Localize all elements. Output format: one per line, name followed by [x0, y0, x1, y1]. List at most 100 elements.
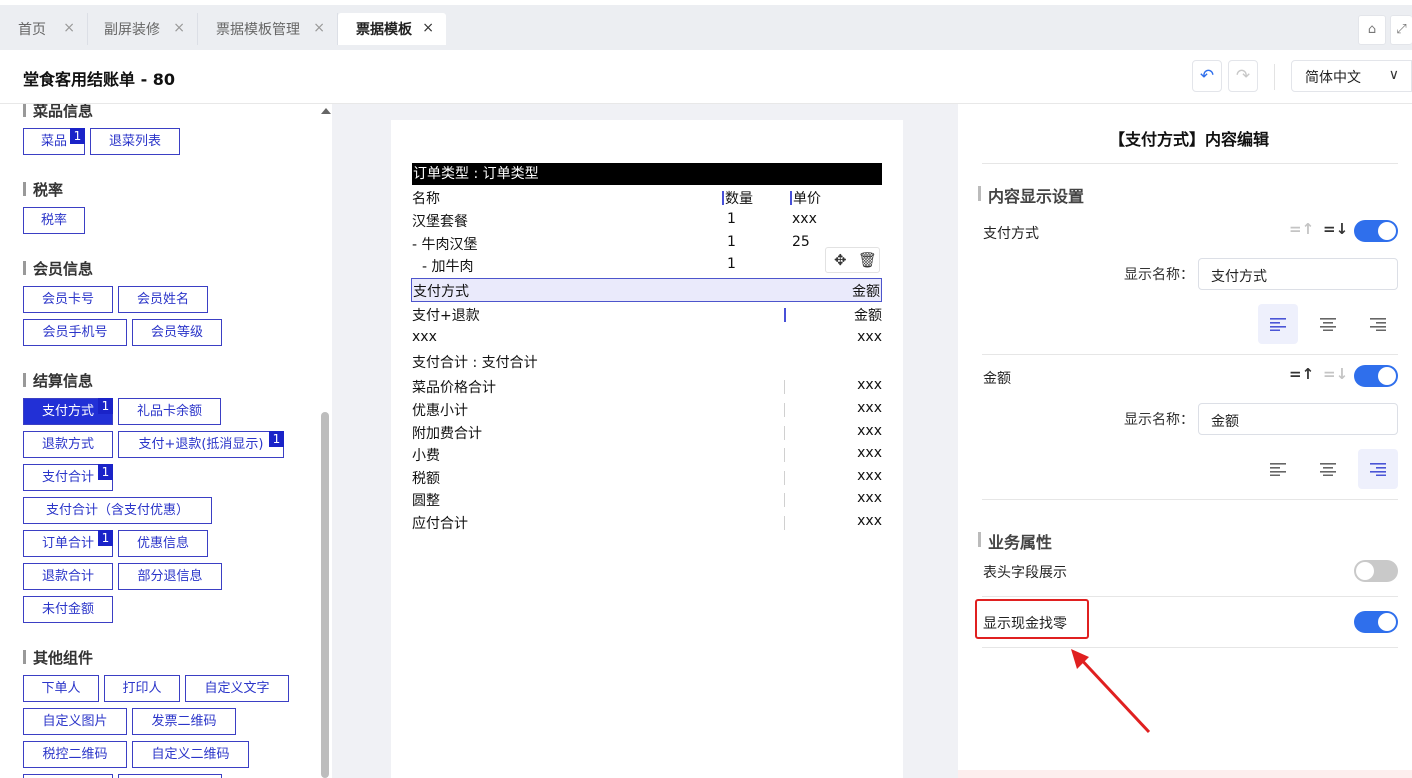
redo-icon: ↷ [1235, 66, 1251, 86]
component-chip[interactable]: 退款合计 [23, 563, 113, 590]
component-chip[interactable]: 自定义文字 [185, 675, 289, 702]
close-icon[interactable]: × [173, 20, 185, 36]
section-title: 内容显示设置 [978, 183, 1084, 207]
component-chip[interactable]: 菜品 1 [23, 128, 85, 155]
col-name: 名称 [412, 191, 440, 207]
component-chip[interactable]: 会员手机号 [23, 319, 127, 346]
redo-button[interactable]: ↷ [1228, 60, 1258, 92]
tab-label: 副屏装修 [104, 22, 160, 38]
item-name: - 加牛肉 [422, 259, 474, 275]
scrollbar-thumb[interactable] [321, 412, 329, 778]
column-divider[interactable] [784, 308, 786, 322]
delete-icon[interactable]: 🗑 [858, 251, 877, 269]
move-down-icon[interactable]: =↓ [1323, 365, 1348, 383]
display-name-input[interactable]: 金额 [1198, 403, 1398, 435]
tab-home[interactable]: 首页 × [0, 13, 88, 45]
component-chip[interactable]: 退菜列表 [90, 128, 180, 155]
component-chip[interactable]: 优惠信息 [118, 530, 208, 557]
component-chip[interactable]: 税控二维码 [23, 741, 127, 768]
tab-screen-decoration[interactable]: 副屏装修 × [86, 13, 198, 45]
pay-refund-label: 支付+退款 [412, 308, 480, 324]
section-title: 菜品信息 [23, 104, 93, 121]
section-title: 会员信息 [23, 258, 93, 279]
pay-method-label: 支付方式 [413, 284, 469, 300]
cash-change-toggle[interactable] [1354, 611, 1398, 633]
count-badge: 1 [98, 530, 113, 546]
summary-label: 菜品价格合计 [412, 380, 496, 396]
move-up-icon[interactable]: =↑ [1289, 220, 1314, 238]
display-name-input[interactable]: 支付方式 [1198, 258, 1398, 290]
align-center-button[interactable] [1308, 304, 1348, 344]
item-price: xxx [792, 211, 817, 227]
component-chip-selected[interactable]: 支付方式 1 [23, 398, 113, 425]
field-toggle[interactable] [1354, 365, 1398, 387]
summary-label: 应付合计 [412, 516, 468, 532]
payment-method-block[interactable]: 支付方式 金额 [411, 278, 882, 302]
component-chip[interactable] [118, 774, 222, 778]
align-right-icon [1370, 463, 1386, 476]
align-right-button[interactable] [1358, 449, 1398, 489]
col-price: 单价 [793, 191, 821, 207]
prop-label: 表头字段展示 [983, 565, 1067, 581]
column-divider[interactable] [722, 191, 724, 205]
component-chip[interactable]: 支付合计（含支付优惠） [23, 497, 212, 524]
order-type-block[interactable]: 订单类型 : 订单类型 [412, 163, 882, 185]
field-toggle[interactable] [1354, 220, 1398, 242]
column-divider [784, 471, 785, 485]
placeholder-label: xxx [412, 329, 437, 345]
component-chip[interactable]: 部分退信息 [118, 563, 222, 590]
section-title: 业务属性 [978, 529, 1052, 553]
component-chip[interactable]: 订单合计 1 [23, 530, 113, 557]
close-icon[interactable]: × [313, 20, 325, 36]
component-panel: 菜品信息 菜品 1 退菜列表 税率 税率 会员信息 会员卡号 会员姓名 会员手机号… [0, 104, 332, 778]
component-chip[interactable]: 未付金额 [23, 596, 113, 623]
move-icon[interactable]: ✥ [834, 251, 847, 269]
component-chip[interactable] [23, 774, 113, 778]
align-left-button[interactable] [1258, 449, 1298, 489]
language-value: 简体中文 [1305, 70, 1361, 86]
component-chip[interactable]: 发票二维码 [132, 708, 236, 735]
placeholder-value: xxx [857, 329, 882, 345]
divider [982, 647, 1398, 648]
align-right-button[interactable] [1358, 304, 1398, 344]
move-up-icon[interactable]: =↑ [1289, 365, 1314, 383]
pay-total: 支付合计 : 支付合计 [412, 355, 538, 371]
home-icon[interactable]: ⌂ [1358, 15, 1386, 45]
component-chip[interactable]: 打印人 [104, 675, 180, 702]
component-chip[interactable]: 礼品卡余额 [118, 398, 221, 425]
scroll-up-icon[interactable] [321, 108, 331, 114]
summary-value: xxx [857, 445, 882, 461]
tab-template[interactable]: 票据模板 × [338, 13, 446, 45]
component-chip[interactable]: 支付+退款(抵消显示) 1 [118, 431, 284, 458]
column-divider [784, 426, 785, 440]
section-title: 税率 [23, 179, 63, 200]
column-divider[interactable] [790, 191, 792, 205]
summary-label: 税额 [412, 471, 440, 487]
header-fields-toggle[interactable] [1354, 560, 1398, 582]
annotation-arrow-icon [1071, 649, 1151, 734]
align-left-button[interactable] [1258, 304, 1298, 344]
close-icon[interactable]: × [63, 20, 75, 36]
component-chip[interactable]: 会员卡号 [23, 286, 113, 313]
component-chip[interactable]: 会员姓名 [118, 286, 208, 313]
language-select[interactable]: 简体中文 ∨ [1291, 60, 1412, 92]
undo-button[interactable]: ↶ [1192, 60, 1222, 92]
tab-label: 首页 [18, 22, 46, 38]
component-chip[interactable]: 退款方式 [23, 431, 113, 458]
fullscreen-icon[interactable]: ⤢ [1390, 15, 1412, 45]
component-chip[interactable]: 自定义二维码 [132, 741, 249, 768]
count-badge: 1 [98, 464, 113, 480]
move-down-icon[interactable]: =↓ [1323, 220, 1348, 238]
section-title: 其他组件 [23, 647, 93, 668]
column-divider [784, 448, 785, 462]
component-chip[interactable]: 下单人 [23, 675, 99, 702]
component-chip[interactable]: 税率 [23, 207, 85, 234]
design-canvas: 订单类型 : 订单类型 名称 数量 单价 汉堡套餐 1 xxx - 牛肉汉堡 1… [332, 104, 958, 778]
component-chip[interactable]: 会员等级 [132, 319, 222, 346]
tab-template-management[interactable]: 票据模板管理 × [198, 13, 338, 45]
close-icon[interactable]: × [422, 20, 434, 36]
component-chip[interactable]: 支付合计 1 [23, 464, 113, 491]
component-chip[interactable]: 自定义图片 [23, 708, 127, 735]
panel-footer [958, 770, 1412, 778]
align-center-button[interactable] [1308, 449, 1348, 489]
